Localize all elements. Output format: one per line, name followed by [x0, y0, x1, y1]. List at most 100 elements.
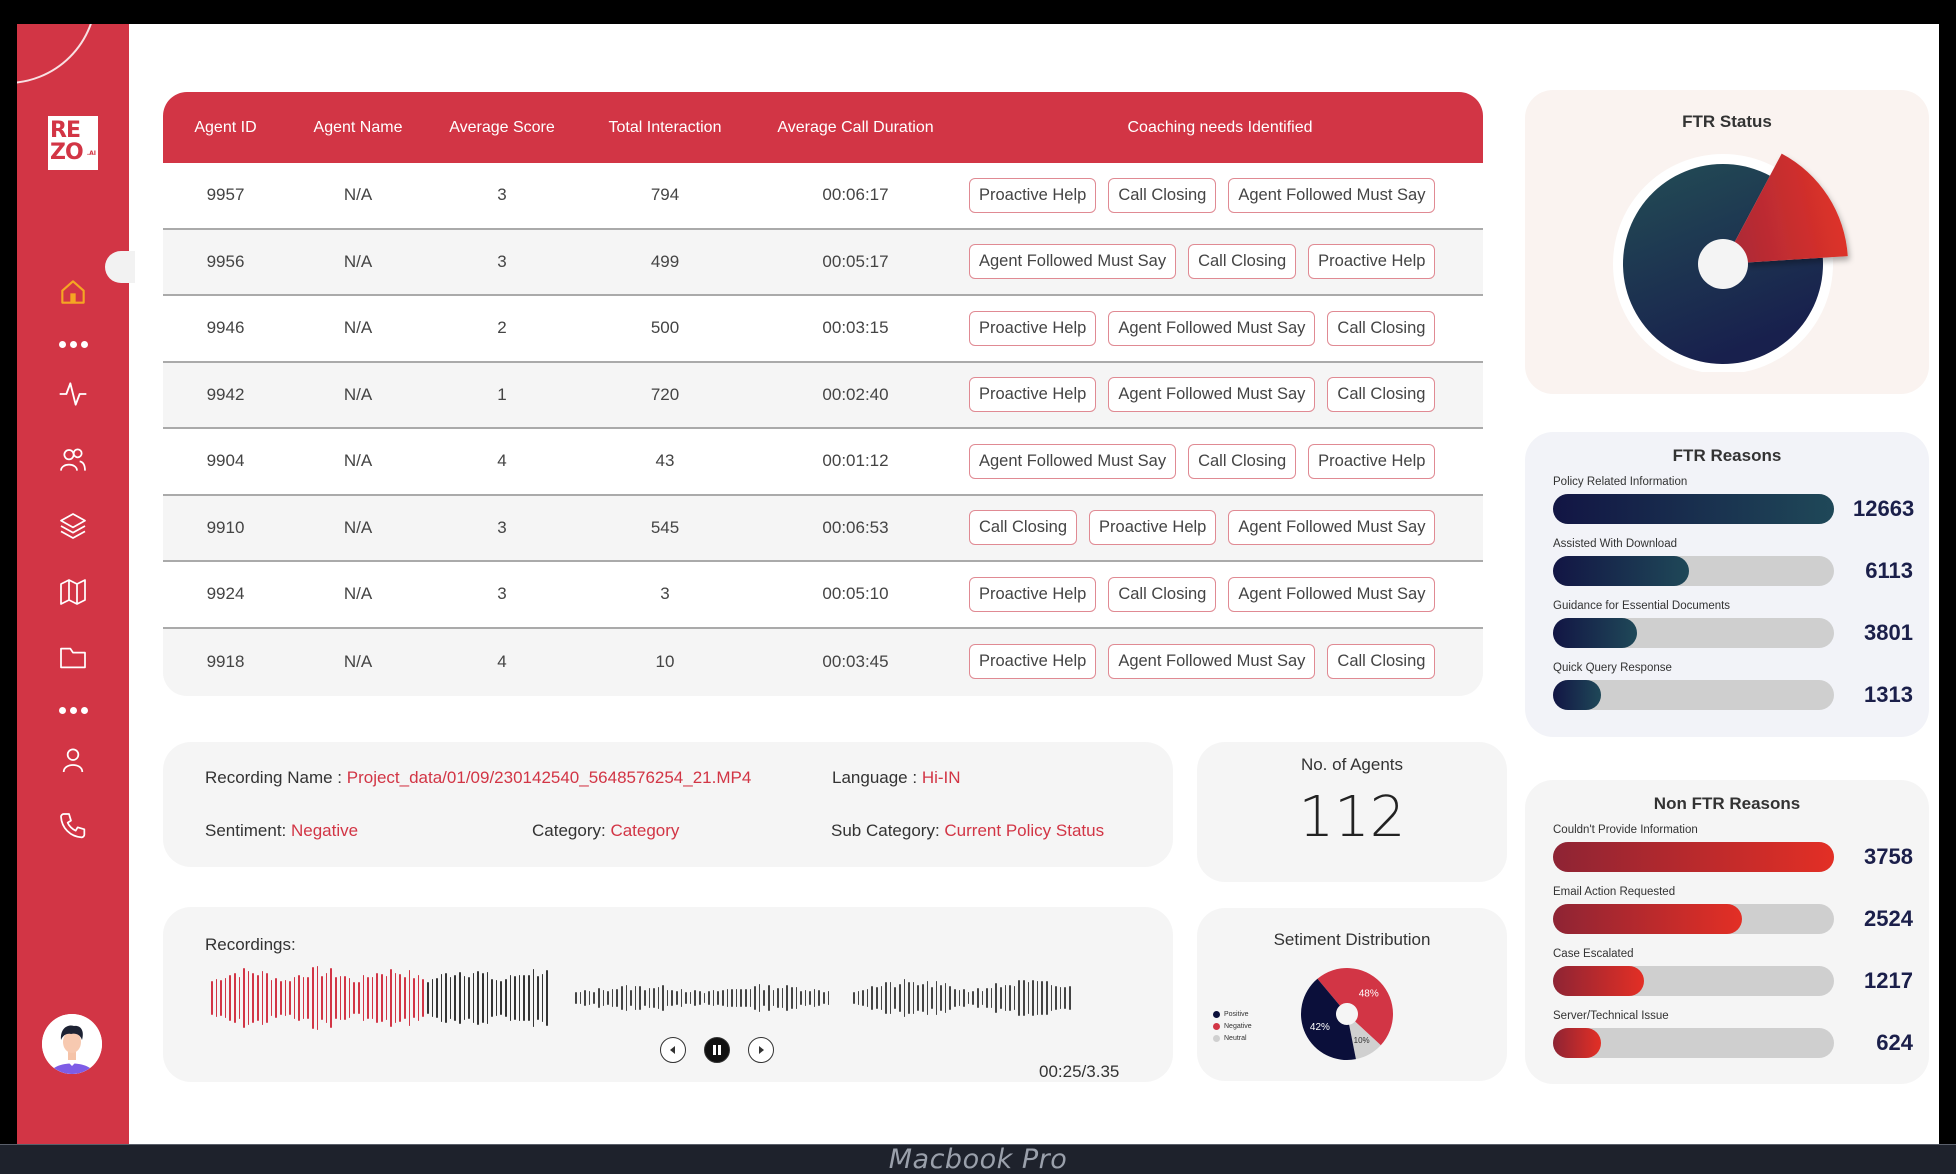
sidebar-item-home[interactable]	[55, 274, 91, 310]
coaching-tag[interactable]: Call Closing	[1188, 244, 1297, 280]
header-total-interaction[interactable]: Total Interaction	[576, 119, 754, 137]
coaching-tag[interactable]: Proactive Help	[969, 310, 1097, 346]
coaching-tag[interactable]: Proactive Help	[1308, 244, 1436, 280]
coaching-tag[interactable]: Agent Followed Must Say	[1228, 510, 1436, 546]
coaching-tags: Proactive Help Agent Followed Must Say Cal…	[957, 310, 1483, 346]
header-agent-name[interactable]: Agent Name	[288, 119, 428, 137]
agent-id-cell: 9910	[206, 517, 245, 537]
waveform-bar	[477, 971, 480, 1025]
sidebar-item-more-2[interactable]	[57, 704, 89, 716]
table-row[interactable]: 9957 N/A 3 794 00:06:17 Proactive Help Call Cl…	[163, 163, 1483, 230]
coaching-tag[interactable]: Proactive Help	[969, 377, 1097, 413]
waveform-bar	[912, 982, 915, 1014]
table-row[interactable]: 9918 N/A 4 10 00:03:45 Proactive Help Agent Fo…	[163, 628, 1483, 695]
table-row[interactable]: 9942 N/A 1 720 00:02:40 Proactive Help Agent F…	[163, 362, 1483, 429]
waveform-bar	[243, 967, 245, 1029]
table-row[interactable]: 9904 N/A 4 43 00:01:12 Agent Followed Must Sa…	[163, 429, 1483, 496]
waveform-played[interactable]	[211, 963, 548, 1033]
user-avatar[interactable]	[42, 1014, 102, 1074]
recording-name-value[interactable]: Project_data/01/09/230142540_5648576254_…	[347, 768, 752, 787]
waveform-bar	[885, 981, 887, 1015]
reason-label: Quick Query Response	[1553, 662, 1672, 674]
device-bottom-bar: Macbook Pro	[0, 1144, 1956, 1174]
table-row[interactable]: 9956 N/A 3 499 00:05:17 Agent Followed Must S…	[163, 229, 1483, 296]
recordings-card: Recordings: 00:25/3.35	[163, 907, 1173, 1082]
sidebar-item-calls[interactable]	[55, 808, 91, 844]
waveform-bar	[921, 983, 924, 1013]
coaching-tag[interactable]: Call Closing	[1188, 443, 1297, 479]
waveform-bar	[527, 974, 530, 1022]
header-coaching-needs[interactable]: Coaching needs Identified	[957, 119, 1483, 137]
sidebar-item-profile[interactable]	[55, 742, 91, 778]
sidebar-item-activity[interactable]	[55, 376, 91, 412]
waveform-bar	[307, 977, 310, 1019]
waveform-bar	[903, 979, 906, 1017]
waveform-bar	[643, 989, 646, 1007]
next-button[interactable]	[748, 1037, 774, 1063]
coaching-tag[interactable]: Proactive Help	[969, 644, 1097, 680]
avatar-illustration-icon	[42, 1014, 102, 1074]
coaching-tag[interactable]: Agent Followed Must Say	[969, 443, 1177, 479]
rezo-logo[interactable]: RE ZO .AI	[48, 116, 98, 170]
coaching-tag[interactable]: Agent Followed Must Say	[1228, 177, 1436, 213]
coaching-tag[interactable]: Agent Followed Must Say	[1108, 377, 1316, 413]
pause-button[interactable]	[704, 1037, 730, 1063]
coaching-tag[interactable]: Call Closing	[1108, 576, 1217, 612]
coaching-tag[interactable]: Call Closing	[969, 510, 1078, 546]
coaching-tag[interactable]: Call Closing	[1108, 177, 1217, 213]
waveform-bar	[261, 970, 264, 1026]
coaching-tag[interactable]: Proactive Help	[969, 177, 1097, 213]
header-average-score[interactable]: Average Score	[428, 119, 576, 137]
reason-item: Case Escalated 1217	[1553, 948, 1913, 996]
recording-info-card: Recording Name : Project_data/01/09/2301…	[163, 742, 1173, 867]
total-interaction-cell: 545	[650, 517, 680, 537]
coaching-tag[interactable]: Agent Followed Must Say	[1228, 576, 1436, 612]
header-average-call-duration[interactable]: Average Call Duration	[754, 119, 957, 137]
table-row[interactable]: 9924 N/A 3 3 00:05:10 Proactive Help Call Clos…	[163, 562, 1483, 629]
coaching-tag[interactable]: Agent Followed Must Say	[1108, 310, 1316, 346]
waveform-segment-3[interactable]	[853, 963, 1071, 1033]
sidebar-item-map[interactable]	[55, 574, 91, 610]
coaching-tag[interactable]: Call Closing	[1327, 644, 1436, 680]
coaching-tag[interactable]: Call Closing	[1327, 377, 1436, 413]
reason-bar-track	[1553, 966, 1834, 996]
waveform-segment-2[interactable]	[575, 963, 830, 1033]
agent-id-cell: 9957	[206, 185, 245, 205]
waveform-bar	[967, 991, 970, 1005]
reason-item: Assisted With Download 6113	[1553, 538, 1913, 586]
sidebar-item-users[interactable]	[55, 442, 91, 478]
reason-label: Assisted With Download	[1553, 538, 1677, 550]
sidebar-item-folder[interactable]	[55, 640, 91, 676]
waveform-bar	[459, 972, 461, 1024]
coaching-tag[interactable]: Agent Followed Must Say	[969, 244, 1177, 280]
previous-button[interactable]	[660, 1037, 686, 1063]
waveform-bar	[385, 975, 388, 1021]
waveform-bar	[894, 986, 896, 1010]
sidebar-item-layers[interactable]	[55, 508, 91, 544]
waveform-bar	[666, 990, 669, 1006]
waveform-bar	[731, 988, 733, 1008]
agent-name-cell: N/A	[343, 651, 373, 671]
waveform-bar	[224, 977, 227, 1019]
table-row[interactable]: 9910 N/A 3 545 00:06:53 Call Closing Proactive…	[163, 495, 1483, 562]
table-row[interactable]: 9946 N/A 2 500 00:03:15 Proactive Help Agent F…	[163, 296, 1483, 363]
waveform-bar	[426, 982, 429, 1014]
coaching-tag[interactable]: Proactive Help	[969, 576, 1097, 612]
coaching-tag[interactable]: Proactive Help	[1308, 443, 1436, 479]
waveform-bar	[827, 991, 830, 1005]
subcategory-value: Current Policy Status	[944, 821, 1105, 840]
coaching-tag[interactable]: Proactive Help	[1089, 510, 1217, 546]
average-score-cell: 3	[497, 185, 507, 205]
coaching-tag[interactable]: Agent Followed Must Say	[1108, 644, 1316, 680]
waveform-bar	[986, 987, 988, 1009]
waveform-bar	[495, 980, 498, 1016]
category-label: Category:	[532, 821, 611, 840]
total-interaction-cell: 43	[655, 451, 675, 471]
sidebar-item-more-1[interactable]	[57, 338, 89, 350]
header-agent-id[interactable]: Agent ID	[163, 119, 288, 137]
reason-label: Couldn't Provide Information	[1553, 824, 1698, 836]
waveform-bar	[790, 987, 793, 1009]
waveform-bar	[380, 974, 383, 1022]
coaching-tag[interactable]: Call Closing	[1327, 310, 1436, 346]
ftr-status-card: FTR Status	[1525, 90, 1929, 394]
